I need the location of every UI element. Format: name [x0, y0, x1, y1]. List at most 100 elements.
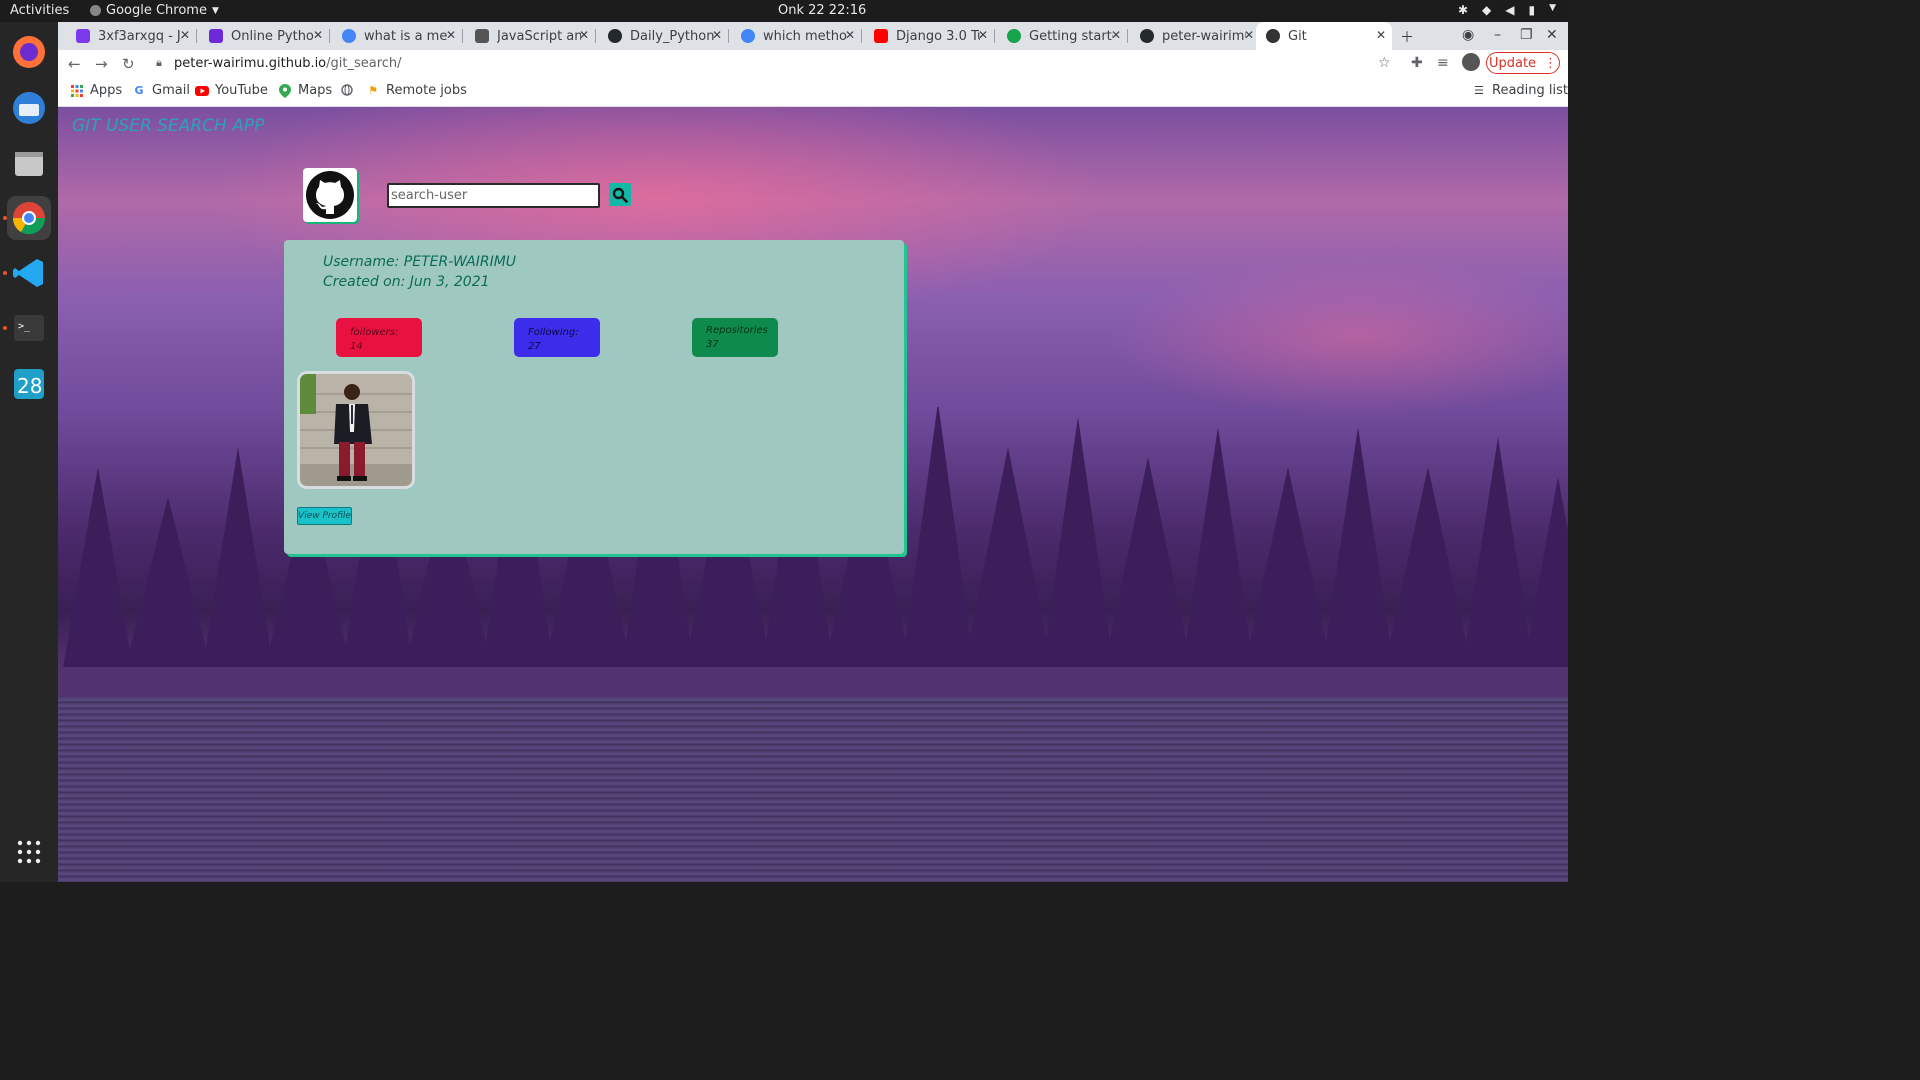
svg-text:>_: >_ — [18, 321, 31, 332]
url-host: peter-wairimu.github.io — [174, 56, 327, 71]
google-icon: G — [134, 84, 144, 97]
close-icon[interactable]: ✕ — [978, 28, 988, 42]
dock-terminal[interactable]: >_ — [7, 306, 51, 350]
minimize-icon[interactable]: – — [1494, 27, 1501, 43]
bookmark-star-icon[interactable]: ☆ — [1378, 55, 1391, 71]
tab-active[interactable]: Git ✕ — [1256, 22, 1392, 50]
close-icon[interactable]: ✕ — [446, 28, 456, 42]
close-icon[interactable]: ✕ — [845, 28, 855, 42]
running-indicator — [3, 216, 7, 220]
files-icon — [15, 152, 43, 176]
globe-icon — [340, 83, 354, 97]
svg-text:28: 28 — [17, 374, 42, 398]
bookmark-label: YouTube — [215, 83, 268, 98]
dock-calendar[interactable]: 28 — [7, 362, 51, 406]
url-text: peter-wairimu.github.io/git_search/ — [174, 56, 402, 71]
back-arrow-icon[interactable]: ← — [68, 55, 81, 73]
system-tray[interactable]: ✱ ◆ ◀ ▮ ▼ — [1458, 3, 1556, 17]
update-button[interactable]: Update ⋮ — [1486, 52, 1560, 74]
tab-title: Online Python — [231, 28, 315, 44]
caret-down-icon: ▼ — [211, 5, 219, 16]
network-icon: ✱ — [1457, 3, 1468, 17]
tab-separator — [994, 29, 995, 43]
background-glow — [1108, 257, 1568, 417]
tab-separator — [196, 29, 197, 43]
close-icon[interactable]: ✕ — [579, 28, 589, 42]
tab-separator — [595, 29, 596, 43]
tab-title: peter-wairimu — [1162, 28, 1246, 44]
reload-icon[interactable]: ↻ — [122, 55, 135, 73]
activities-button[interactable]: Activities — [10, 3, 69, 18]
tab[interactable]: 3xf3arxgq - Ja ✕ — [66, 22, 197, 50]
created-date-text: Created on: Jun 3, 2021 — [323, 274, 490, 290]
dock: >_ 28 — [0, 22, 58, 882]
search-button[interactable] — [609, 183, 631, 206]
angular-icon — [1266, 29, 1280, 43]
lock-icon[interactable]: 🔒︎ — [156, 56, 162, 70]
system-menu-icon: ▼ — [1549, 3, 1556, 13]
tab-title: Git — [1288, 28, 1307, 44]
tab[interactable]: what is a meth✕ — [332, 22, 463, 50]
search-user-input[interactable] — [387, 183, 600, 208]
tab-separator — [329, 29, 330, 43]
close-icon[interactable]: ✕ — [1111, 28, 1121, 42]
tab[interactable]: Online Python ✕ — [199, 22, 330, 50]
running-indicator — [3, 271, 7, 275]
tab-search-icon[interactable]: ◉ — [1462, 27, 1474, 43]
terminal-icon: >_ — [14, 315, 44, 341]
chrome-icon — [12, 202, 46, 235]
bookmark-youtube[interactable]: YouTube — [195, 83, 268, 98]
tab[interactable]: Django 3.0 Tu ✕ — [864, 22, 995, 50]
wifi-icon: ◆ — [1482, 3, 1492, 17]
user-profile-card: Username: PETER-WAIRIMU Created on: Jun … — [284, 240, 904, 554]
bookmark-gmail[interactable]: G Gmail — [132, 83, 189, 98]
close-window-icon[interactable]: ✕ — [1546, 27, 1558, 43]
close-icon[interactable]: ✕ — [180, 28, 190, 42]
app-menu-label: Google Chrome — [106, 3, 207, 18]
tab-separator — [861, 29, 862, 43]
close-icon[interactable]: ✕ — [1376, 28, 1386, 42]
dock-firefox[interactable] — [7, 30, 51, 74]
following-badge: Following: 27 — [514, 318, 600, 357]
apps-grid-icon — [17, 840, 41, 864]
tab[interactable]: JavaScript and✕ — [465, 22, 596, 50]
app-menu[interactable]: Google Chrome ▼ — [90, 3, 219, 18]
bookmark-remote-jobs[interactable]: ⚑ Remote jobs — [366, 83, 467, 98]
new-tab-button[interactable]: ＋ — [1400, 27, 1414, 47]
bookmark-label: Remote jobs — [386, 83, 467, 98]
github-icon — [1140, 29, 1154, 43]
forward-arrow-icon[interactable]: → — [95, 55, 108, 73]
tab-title: JavaScript and — [497, 28, 581, 44]
profile-avatar[interactable] — [1462, 53, 1480, 71]
close-icon[interactable]: ✕ — [313, 28, 323, 42]
tab[interactable]: Getting starte ✕ — [997, 22, 1128, 50]
browser-toolbar: ← → ↻ 🔒︎ peter-wairimu.github.io/git_sea… — [58, 50, 1568, 78]
bookmark-maps[interactable]: Maps — [278, 83, 332, 98]
dock-vscode[interactable] — [7, 251, 51, 295]
background-water — [58, 697, 1568, 882]
reading-list-button[interactable]: ☰ Reading list — [1472, 83, 1568, 98]
clock[interactable]: Onk 22 22:16 — [778, 3, 866, 18]
close-icon[interactable]: ✕ — [712, 28, 722, 42]
tab[interactable]: Daily_Python_ ✕ — [598, 22, 729, 50]
address-bar[interactable]: 🔒︎ peter-wairimu.github.io/git_search/ ☆ — [146, 51, 1396, 77]
tab[interactable]: which method ✕ — [731, 22, 862, 50]
close-icon[interactable]: ✕ — [1244, 28, 1254, 42]
bookmark-apps[interactable]: Apps — [70, 83, 122, 98]
tab-title: what is a meth — [364, 28, 448, 44]
dock-thunderbird[interactable] — [7, 86, 51, 130]
extensions-icon[interactable]: ✚ — [1411, 55, 1423, 71]
dock-files[interactable] — [7, 141, 51, 185]
repositories-badge: Repositories 37 — [692, 318, 778, 357]
app-title: GIT USER SEARCH APP — [72, 116, 265, 136]
view-profile-button[interactable]: View Profile — [297, 507, 352, 525]
battery-icon: ▮ — [1528, 3, 1536, 17]
bookmark-globe[interactable] — [340, 83, 354, 97]
media-queue-icon[interactable]: ≡ — [1437, 55, 1449, 71]
show-apps-button[interactable] — [7, 830, 51, 874]
tab[interactable]: peter-wairimu ✕ — [1130, 22, 1260, 50]
followers-badge: followers: 14 — [336, 318, 422, 357]
running-indicator — [3, 326, 7, 330]
dock-chrome[interactable] — [7, 196, 51, 240]
restore-icon[interactable]: ❐ — [1520, 27, 1533, 43]
